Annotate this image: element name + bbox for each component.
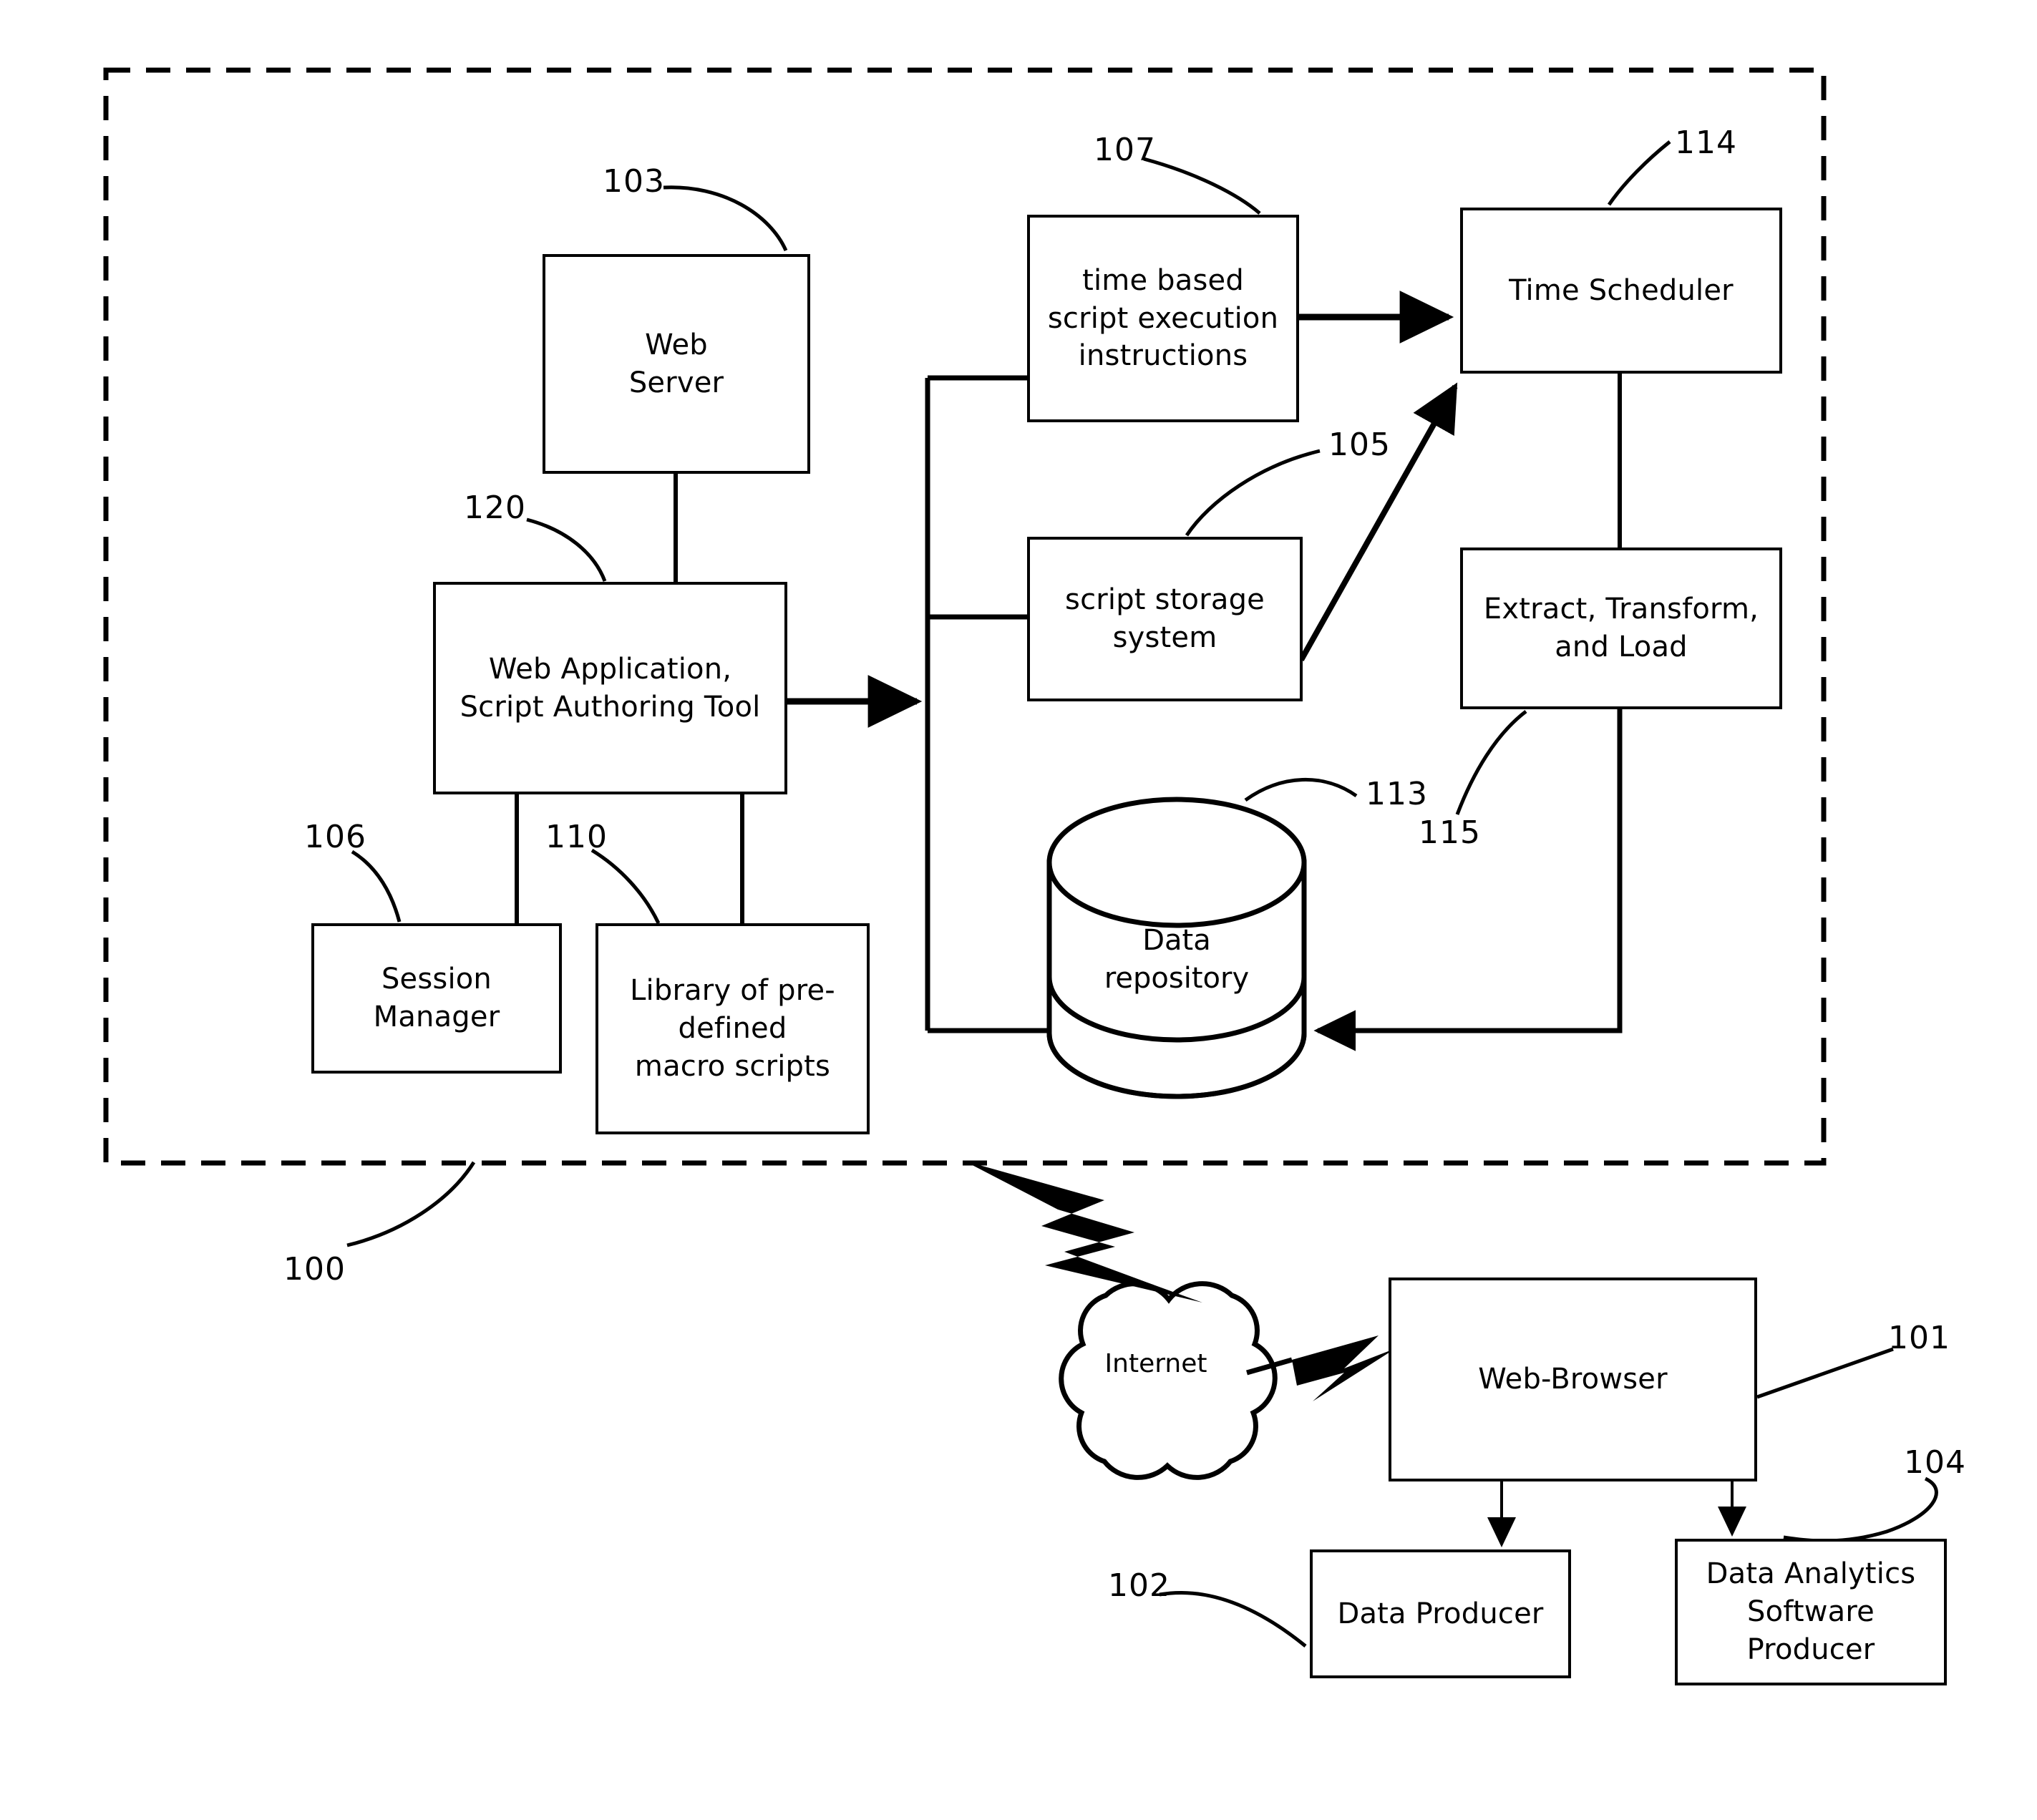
node-macro-library: Library of pre- defined macro scripts: [595, 923, 870, 1134]
node-time-scheduler: Time Scheduler: [1460, 208, 1782, 374]
ref-numeral-107: 107: [1094, 132, 1156, 168]
ref-numeral-101: 101: [1888, 1320, 1950, 1356]
node-time-scheduler-label: Time Scheduler: [1509, 273, 1734, 307]
ref-numeral-115: 115: [1419, 814, 1481, 851]
patent-figure: Web Server Web Application, Script Autho…: [0, 0, 2037, 1820]
node-web-application-label: Web Application, Script Authoring Tool: [460, 652, 761, 724]
ref-numeral-110: 110: [545, 819, 608, 855]
node-data-analytics-producer: Data Analytics Software Producer: [1675, 1539, 1947, 1685]
node-web-server: Web Server: [543, 254, 810, 474]
lightning-bolt-boundary-to-internet: [964, 1161, 1202, 1303]
leader-114: [1607, 140, 1671, 206]
node-etl: Extract, Transform, and Load: [1460, 548, 1782, 709]
node-etl-label: Extract, Transform, and Load: [1483, 593, 1759, 663]
leader-102: [1159, 1591, 1307, 1648]
leader-105: [1185, 449, 1321, 537]
leader-110: [590, 848, 661, 925]
node-session-manager-label: Session Manager: [373, 963, 500, 1033]
node-web-application: Web Application, Script Authoring Tool: [433, 582, 787, 794]
leader-107: [1143, 157, 1261, 215]
ref-numeral-105: 105: [1328, 427, 1391, 463]
node-time-based-instructions-label: time based script execution instructions: [1047, 263, 1279, 373]
leader-106: [351, 850, 402, 923]
node-internet-label: Internet: [1104, 1349, 1207, 1378]
node-time-based-instructions: time based script execution instructions: [1027, 215, 1299, 422]
ref-numeral-120: 120: [464, 490, 526, 526]
node-web-browser: Web-Browser: [1389, 1278, 1757, 1481]
internet-cloud: [1059, 1281, 1278, 1480]
leader-103: [663, 185, 788, 252]
ref-numeral-113: 113: [1366, 776, 1428, 812]
node-data-producer: Data Producer: [1310, 1549, 1571, 1678]
ref-numeral-114: 114: [1675, 125, 1737, 161]
leader-100: [346, 1161, 476, 1247]
node-macro-library-label: Library of pre- defined macro scripts: [630, 974, 835, 1083]
node-data-producer-label: Data Producer: [1337, 1597, 1544, 1630]
connector-etl-to-datarepository: [1313, 709, 1623, 1051]
ref-numeral-100: 100: [283, 1251, 346, 1288]
ref-numeral-103: 103: [603, 163, 665, 200]
leader-120: [526, 517, 607, 582]
node-web-server-label: Web Server: [628, 328, 724, 399]
leader-113: [1244, 778, 1358, 802]
node-script-storage-system: script storage system: [1027, 537, 1303, 701]
leader-101: [1756, 1347, 1894, 1399]
node-data-analytics-producer-label: Data Analytics Software Producer: [1706, 1557, 1916, 1666]
leader-115: [1455, 710, 1527, 815]
node-script-storage-system-label: script storage system: [1065, 583, 1265, 654]
node-data-repository-label: Data repository: [1104, 924, 1250, 995]
ref-numeral-102: 102: [1108, 1567, 1170, 1604]
node-web-browser-label: Web-Browser: [1478, 1363, 1668, 1396]
lightning-bolt-internet-to-browser: [1292, 1335, 1396, 1401]
node-session-manager: Session Manager: [311, 923, 562, 1074]
ref-numeral-106: 106: [304, 819, 366, 855]
leader-104: [1783, 1476, 1938, 1543]
ref-numeral-104: 104: [1904, 1444, 1966, 1481]
